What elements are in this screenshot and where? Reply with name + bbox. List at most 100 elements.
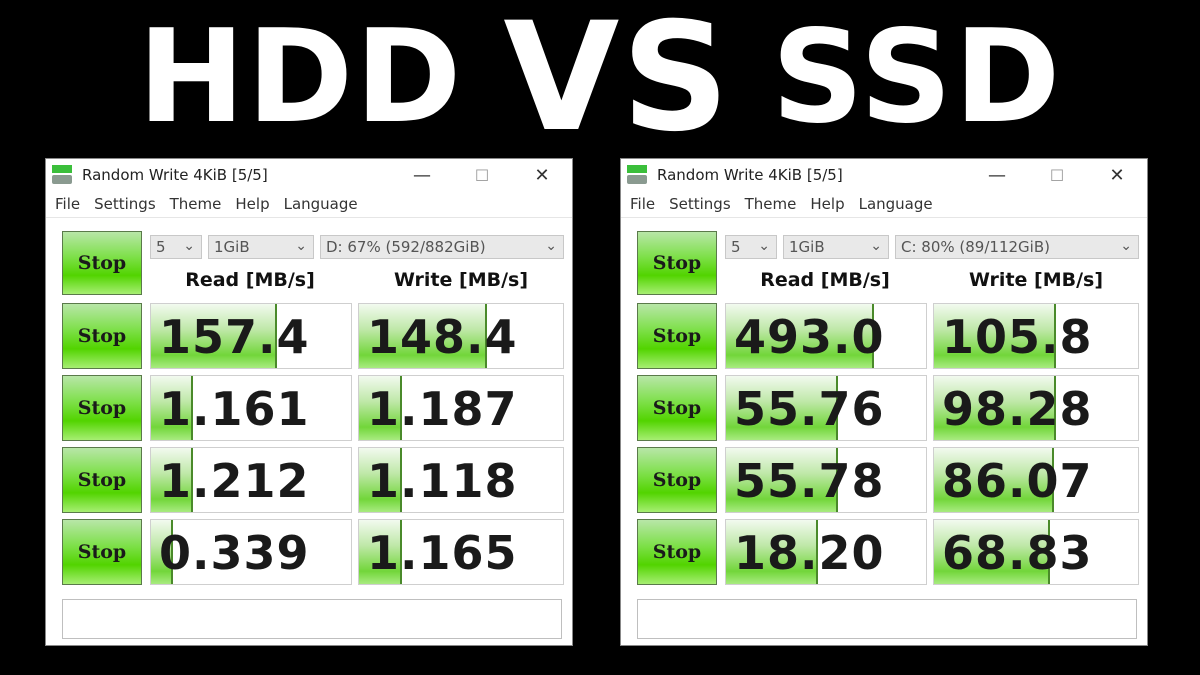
write-result: 98.28 — [933, 375, 1139, 441]
minimize-icon[interactable]: — — [392, 165, 452, 186]
write-header: Write [MB/s] — [968, 269, 1104, 291]
write-result: 1.165 — [358, 519, 564, 585]
result-row: Stop 157.4 148.4 — [62, 303, 564, 369]
title-bar: Random Write 4KiB [5/5] — ☐ ✕ — [621, 159, 1147, 191]
drive-select[interactable]: D: 67% (592/882GiB) ⌄ — [320, 235, 564, 259]
menu-item-settings[interactable]: Settings — [669, 195, 731, 213]
write-result: 68.83 — [933, 519, 1139, 585]
result-row: Stop 1.212 1.118 — [62, 447, 564, 513]
maximize-icon[interactable]: ☐ — [1027, 166, 1087, 185]
menu-item-help[interactable]: Help — [810, 195, 844, 213]
menu-item-settings[interactable]: Settings — [94, 195, 156, 213]
window-title: Random Write 4KiB [5/5] — [82, 166, 268, 184]
stop-row-button[interactable]: Stop — [637, 447, 717, 513]
app-drive-icon — [52, 165, 74, 185]
read-value: 157.4 — [159, 310, 310, 364]
chevron-down-icon: ⌄ — [870, 238, 882, 254]
write-value: 98.28 — [942, 382, 1093, 436]
status-text-box[interactable] — [62, 599, 562, 639]
chevron-down-icon: ⌄ — [545, 238, 557, 254]
write-value: 68.83 — [942, 526, 1093, 580]
headline-hdd: HDD — [137, 2, 464, 152]
read-value: 1.212 — [159, 454, 310, 508]
stop-row-button[interactable]: Stop — [62, 519, 142, 585]
menu-item-language[interactable]: Language — [859, 195, 933, 213]
stop-row-button[interactable]: Stop — [62, 303, 142, 369]
result-row: Stop 55.78 86.07 — [637, 447, 1139, 513]
menu-item-theme[interactable]: Theme — [170, 195, 222, 213]
window-title: Random Write 4KiB [5/5] — [657, 166, 843, 184]
count-select[interactable]: 5 ⌄ — [725, 235, 777, 259]
result-row: Stop 1.161 1.187 — [62, 375, 564, 441]
read-result: 0.339 — [150, 519, 352, 585]
chevron-down-icon: ⌄ — [183, 238, 195, 254]
read-result: 55.76 — [725, 375, 927, 441]
write-value: 148.4 — [367, 310, 518, 364]
menu-item-theme[interactable]: Theme — [745, 195, 797, 213]
read-value: 55.78 — [734, 454, 885, 508]
read-result: 1.161 — [150, 375, 352, 441]
ssd-benchmark-window: Random Write 4KiB [5/5] — ☐ ✕ File Settings Th… — [620, 158, 1148, 646]
write-value: 105.8 — [942, 310, 1093, 364]
menu-item-file[interactable]: File — [55, 195, 80, 213]
write-result: 1.187 — [358, 375, 564, 441]
result-row: Stop 55.76 98.28 — [637, 375, 1139, 441]
read-value: 18.20 — [734, 526, 885, 580]
headline: HDD VS SSD — [0, 0, 1200, 155]
write-header: Write [MB/s] — [393, 269, 529, 291]
close-icon[interactable]: ✕ — [512, 165, 572, 186]
stop-row-button[interactable]: Stop — [637, 375, 717, 441]
read-header: Read [MB/s] — [185, 269, 315, 291]
drive-value: D: 67% (592/882GiB) — [326, 238, 486, 256]
write-value: 86.07 — [942, 454, 1093, 508]
size-select[interactable]: 1GiB ⌄ — [783, 235, 889, 259]
chevron-down-icon: ⌄ — [1120, 238, 1132, 254]
stop-all-button[interactable]: Stop — [637, 231, 717, 295]
read-result: 18.20 — [725, 519, 927, 585]
stop-row-button[interactable]: Stop — [62, 375, 142, 441]
title-bar: Random Write 4KiB [5/5] — ☐ ✕ — [46, 159, 572, 191]
status-text-box[interactable] — [637, 599, 1137, 639]
result-row: Stop 18.20 68.83 — [637, 519, 1139, 585]
menu-bar: File Settings Theme Help Language — [621, 191, 1147, 218]
close-icon[interactable]: ✕ — [1087, 165, 1147, 186]
read-result: 55.78 — [725, 447, 927, 513]
size-value: 1GiB — [214, 238, 250, 256]
stop-row-button[interactable]: Stop — [637, 519, 717, 585]
stop-all-button[interactable]: Stop — [62, 231, 142, 295]
menu-bar: File Settings Theme Help Language — [46, 191, 572, 218]
size-value: 1GiB — [789, 238, 825, 256]
maximize-icon[interactable]: ☐ — [452, 166, 512, 185]
read-result: 157.4 — [150, 303, 352, 369]
write-value: 1.118 — [367, 454, 518, 508]
drive-select[interactable]: C: 80% (89/112GiB) ⌄ — [895, 235, 1139, 259]
drive-value: C: 80% (89/112GiB) — [901, 238, 1050, 256]
read-value: 493.0 — [734, 310, 885, 364]
result-row: Stop 493.0 105.8 — [637, 303, 1139, 369]
write-value: 1.187 — [367, 382, 518, 436]
menu-item-language[interactable]: Language — [284, 195, 358, 213]
read-value: 1.161 — [159, 382, 310, 436]
minimize-icon[interactable]: — — [967, 165, 1027, 186]
read-value: 55.76 — [734, 382, 885, 436]
headline-vs: VS — [503, 0, 732, 165]
hdd-benchmark-window: Random Write 4KiB [5/5] — ☐ ✕ File Settings Th… — [45, 158, 573, 646]
write-result: 1.118 — [358, 447, 564, 513]
menu-item-file[interactable]: File — [630, 195, 655, 213]
result-row: Stop 0.339 1.165 — [62, 519, 564, 585]
read-value: 0.339 — [159, 526, 310, 580]
size-select[interactable]: 1GiB ⌄ — [208, 235, 314, 259]
count-select[interactable]: 5 ⌄ — [150, 235, 202, 259]
write-result: 105.8 — [933, 303, 1139, 369]
chevron-down-icon: ⌄ — [758, 238, 770, 254]
read-result: 493.0 — [725, 303, 927, 369]
read-result: 1.212 — [150, 447, 352, 513]
headline-ssd: SSD — [771, 2, 1063, 152]
write-value: 1.165 — [367, 526, 518, 580]
count-value: 5 — [156, 238, 166, 256]
count-value: 5 — [731, 238, 741, 256]
menu-item-help[interactable]: Help — [235, 195, 269, 213]
stop-row-button[interactable]: Stop — [62, 447, 142, 513]
stop-row-button[interactable]: Stop — [637, 303, 717, 369]
write-result: 86.07 — [933, 447, 1139, 513]
